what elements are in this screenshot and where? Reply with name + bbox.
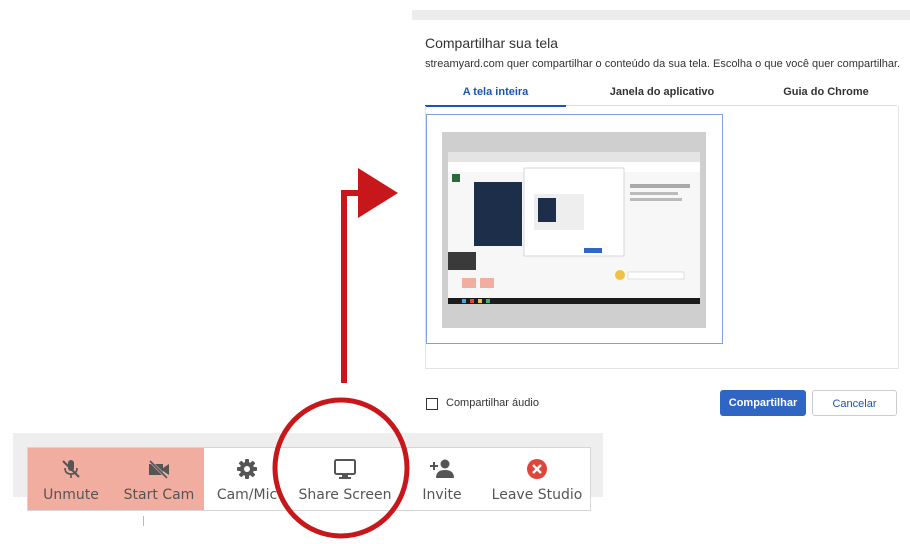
- invite-button[interactable]: Invite: [400, 448, 484, 510]
- screen-thumbnail-option[interactable]: [426, 114, 723, 344]
- share-audio-label: Compartilhar áudio: [446, 397, 539, 409]
- share-screen-button[interactable]: Share Screen: [290, 448, 400, 510]
- screen-thumbnail: [442, 132, 706, 328]
- screen-preview-image: [442, 132, 706, 328]
- annotation-arrow: [341, 168, 398, 383]
- dialog-title: Compartilhar sua tela: [425, 35, 559, 51]
- close-circle-icon: [484, 458, 590, 480]
- cancel-button[interactable]: Cancelar: [812, 390, 897, 416]
- tab-entire-screen[interactable]: A tela inteira: [425, 85, 566, 107]
- monitor-icon: [290, 458, 400, 480]
- tab-chrome-tab[interactable]: Guia do Chrome: [755, 85, 897, 105]
- cam-mic-button[interactable]: Cam/Mic: [204, 448, 290, 510]
- camera-off-icon: [114, 458, 204, 480]
- add-person-icon: [400, 458, 484, 480]
- mic-off-icon: [28, 458, 114, 480]
- studio-toolbar: Unmute Start Cam Cam/Mic Share Screen In…: [27, 447, 591, 511]
- unmute-label: Unmute: [43, 487, 99, 503]
- cam-mic-label: Cam/Mic: [216, 487, 278, 503]
- dialog-topbar: [412, 10, 910, 20]
- share-audio-checkbox[interactable]: [426, 398, 438, 410]
- start-cam-button[interactable]: Start Cam: [114, 448, 204, 510]
- tab-bar: A tela inteira Janela do aplicativo Guia…: [425, 85, 897, 107]
- unmute-button[interactable]: Unmute: [28, 448, 114, 510]
- invite-label: Invite: [422, 487, 462, 503]
- leave-studio-label: Leave Studio: [491, 487, 583, 503]
- tab-application-window[interactable]: Janela do aplicativo: [582, 85, 742, 105]
- gear-icon: [204, 458, 290, 480]
- divider: [143, 516, 144, 526]
- dialog-subtitle: streamyard.com quer compartilhar o conte…: [425, 58, 901, 70]
- leave-studio-button[interactable]: Leave Studio: [484, 448, 590, 510]
- tab-panel: [425, 106, 899, 369]
- share-screen-dialog: Compartilhar sua tela streamyard.com que…: [412, 10, 910, 440]
- share-button[interactable]: Compartilhar: [720, 390, 806, 416]
- share-screen-label: Share Screen: [298, 487, 392, 503]
- start-cam-label: Start Cam: [123, 487, 195, 503]
